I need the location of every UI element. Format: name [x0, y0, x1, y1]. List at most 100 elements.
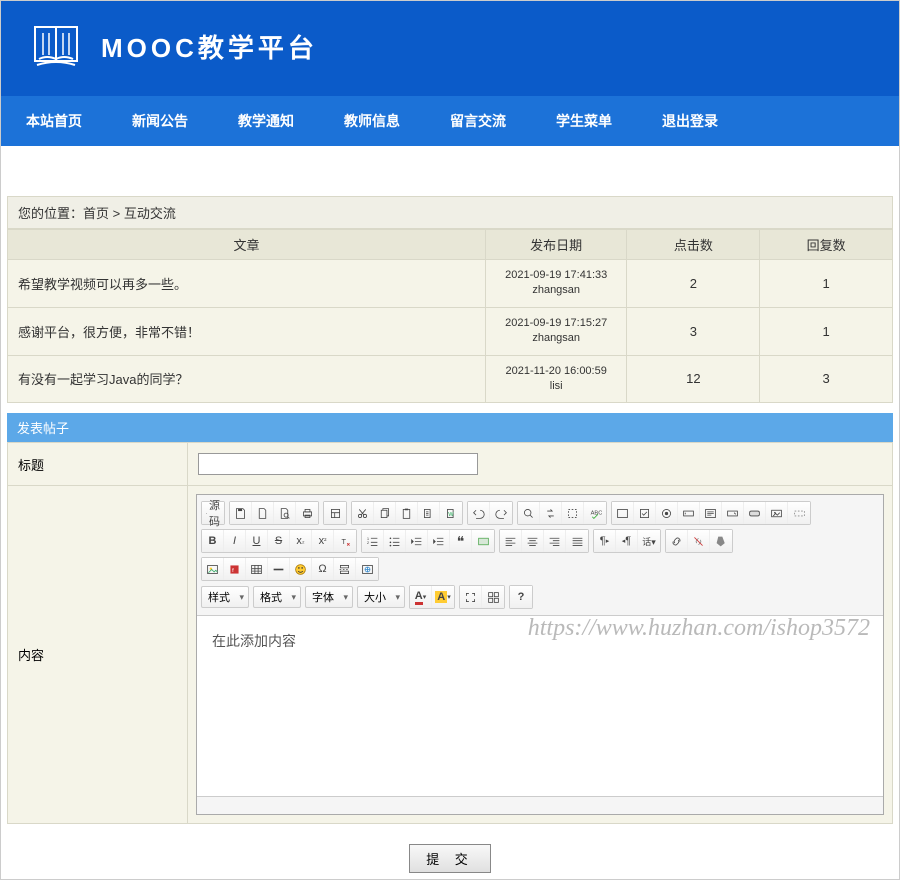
bold-icon[interactable]: B — [202, 530, 224, 552]
select-all-icon[interactable] — [562, 502, 584, 524]
align-center-icon[interactable] — [522, 530, 544, 552]
italic-icon[interactable]: I — [224, 530, 246, 552]
main-nav: 本站首页 新闻公告 教学通知 教师信息 留言交流 学生菜单 退出登录 — [1, 96, 899, 146]
col-date: 发布日期 — [485, 230, 627, 260]
link-icon[interactable] — [666, 530, 688, 552]
size-select[interactable]: 大小 — [357, 586, 405, 608]
nav-logout[interactable]: 退出登录 — [637, 96, 743, 146]
col-article: 文章 — [8, 230, 486, 260]
post-replies: 3 — [760, 355, 893, 403]
cut-icon[interactable] — [352, 502, 374, 524]
underline-icon[interactable]: U — [246, 530, 268, 552]
anchor-icon[interactable] — [710, 530, 732, 552]
col-clicks: 点击数 — [627, 230, 760, 260]
image-icon[interactable] — [202, 558, 224, 580]
hr-icon[interactable] — [268, 558, 290, 580]
paste-word-icon[interactable]: W — [440, 502, 462, 524]
text-color-icon[interactable]: A▾ — [410, 586, 432, 608]
bg-color-icon[interactable]: A▾ — [432, 586, 454, 608]
format-select[interactable]: 格式 — [253, 586, 301, 608]
checkbox-icon[interactable] — [634, 502, 656, 524]
undo-icon[interactable] — [468, 502, 490, 524]
textarea-icon[interactable] — [700, 502, 722, 524]
replace-icon[interactable] — [540, 502, 562, 524]
nav-teacher[interactable]: 教师信息 — [319, 96, 425, 146]
source-button[interactable]: 源码 — [202, 502, 224, 524]
svg-text:W: W — [448, 512, 454, 518]
div-icon[interactable] — [472, 530, 494, 552]
indent-icon[interactable] — [428, 530, 450, 552]
content-label: 内容 — [8, 486, 188, 824]
site-title: MOOC教学平台 — [101, 28, 318, 65]
radio-icon[interactable] — [656, 502, 678, 524]
paste-icon[interactable] — [396, 502, 418, 524]
align-left-icon[interactable] — [500, 530, 522, 552]
save-icon[interactable] — [230, 502, 252, 524]
nav-home[interactable]: 本站首页 — [1, 96, 107, 146]
blockquote-icon[interactable]: ❝ — [450, 530, 472, 552]
col-replies: 回复数 — [760, 230, 893, 260]
templates-icon[interactable] — [324, 502, 346, 524]
language-icon[interactable]: 话▾ — [638, 530, 660, 552]
post-title: 感谢平台，很方便，非常不错！ — [8, 307, 486, 355]
book-logo-icon — [31, 21, 81, 71]
copy-icon[interactable] — [374, 502, 396, 524]
show-blocks-icon[interactable] — [482, 586, 504, 608]
form-icon[interactable] — [612, 502, 634, 524]
post-replies: 1 — [760, 260, 893, 308]
nav-student[interactable]: 学生菜单 — [531, 96, 637, 146]
nav-notice[interactable]: 教学通知 — [213, 96, 319, 146]
preview-icon[interactable] — [274, 502, 296, 524]
remove-format-icon[interactable]: T — [334, 530, 356, 552]
table-row[interactable]: 有没有一起学习Java的同学？ 2021-11-20 16:00:59lisi … — [8, 355, 893, 403]
special-char-icon[interactable]: Ω — [312, 558, 334, 580]
button-icon[interactable] — [744, 502, 766, 524]
submit-button[interactable]: 提 交 — [409, 844, 491, 873]
section-new-post: 发表帖子 — [7, 413, 893, 442]
strike-icon[interactable]: S — [268, 530, 290, 552]
redo-icon[interactable] — [490, 502, 512, 524]
numbered-list-icon[interactable]: 12 — [362, 530, 384, 552]
editor-resize-handle[interactable] — [197, 796, 883, 814]
post-date: 2021-11-20 16:00:59lisi — [485, 355, 627, 403]
post-replies: 1 — [760, 307, 893, 355]
select-field-icon[interactable] — [722, 502, 744, 524]
table-row[interactable]: 感谢平台，很方便，非常不错！ 2021-09-19 17:15:27zhangs… — [8, 307, 893, 355]
ltr-icon[interactable]: ¶▸ — [594, 530, 616, 552]
unlink-icon[interactable] — [688, 530, 710, 552]
align-right-icon[interactable] — [544, 530, 566, 552]
subscript-icon[interactable]: x₂ — [290, 530, 312, 552]
table-row[interactable]: 希望教学视频可以再多一些。 2021-09-19 17:41:33zhangsa… — [8, 260, 893, 308]
nav-news[interactable]: 新闻公告 — [107, 96, 213, 146]
breadcrumb: 您的位置：首页 > 互动交流 — [7, 196, 893, 229]
editor-content[interactable]: 在此添加内容 — [197, 616, 883, 796]
outdent-icon[interactable] — [406, 530, 428, 552]
post-form: 标题 内容 源码 — [7, 442, 893, 824]
pagebreak-icon[interactable] — [334, 558, 356, 580]
font-select[interactable]: 字体 — [305, 586, 353, 608]
align-justify-icon[interactable] — [566, 530, 588, 552]
flash-icon[interactable]: f — [224, 558, 246, 580]
maximize-icon[interactable] — [460, 586, 482, 608]
print-icon[interactable] — [296, 502, 318, 524]
superscript-icon[interactable]: x² — [312, 530, 334, 552]
title-input[interactable] — [198, 453, 478, 475]
textfield-icon[interactable] — [678, 502, 700, 524]
new-page-icon[interactable] — [252, 502, 274, 524]
spellcheck-icon[interactable]: ABC — [584, 502, 606, 524]
hidden-field-icon[interactable] — [788, 502, 810, 524]
find-icon[interactable] — [518, 502, 540, 524]
bullet-list-icon[interactable] — [384, 530, 406, 552]
styles-select[interactable]: 样式 — [201, 586, 249, 608]
iframe-icon[interactable] — [356, 558, 378, 580]
rtl-icon[interactable]: ◂¶ — [616, 530, 638, 552]
table-icon[interactable] — [246, 558, 268, 580]
image-button-icon[interactable] — [766, 502, 788, 524]
svg-text:2: 2 — [367, 540, 370, 545]
paste-text-icon[interactable] — [418, 502, 440, 524]
smiley-icon[interactable] — [290, 558, 312, 580]
nav-message[interactable]: 留言交流 — [425, 96, 531, 146]
header: MOOC教学平台 — [1, 1, 899, 96]
post-clicks: 12 — [627, 355, 760, 403]
about-icon[interactable]: ? — [510, 586, 532, 608]
